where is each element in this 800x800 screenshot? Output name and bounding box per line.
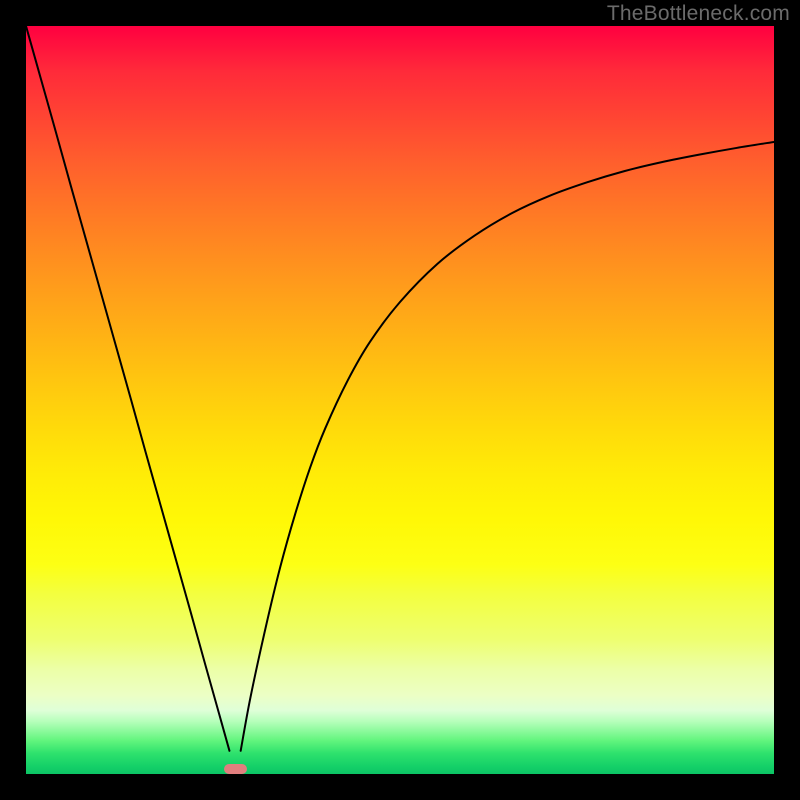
plot-area — [26, 26, 774, 774]
curve-path — [26, 26, 774, 751]
bottleneck-curve — [26, 26, 774, 774]
chart-frame: TheBottleneck.com — [0, 0, 800, 800]
watermark-text: TheBottleneck.com — [607, 2, 790, 26]
